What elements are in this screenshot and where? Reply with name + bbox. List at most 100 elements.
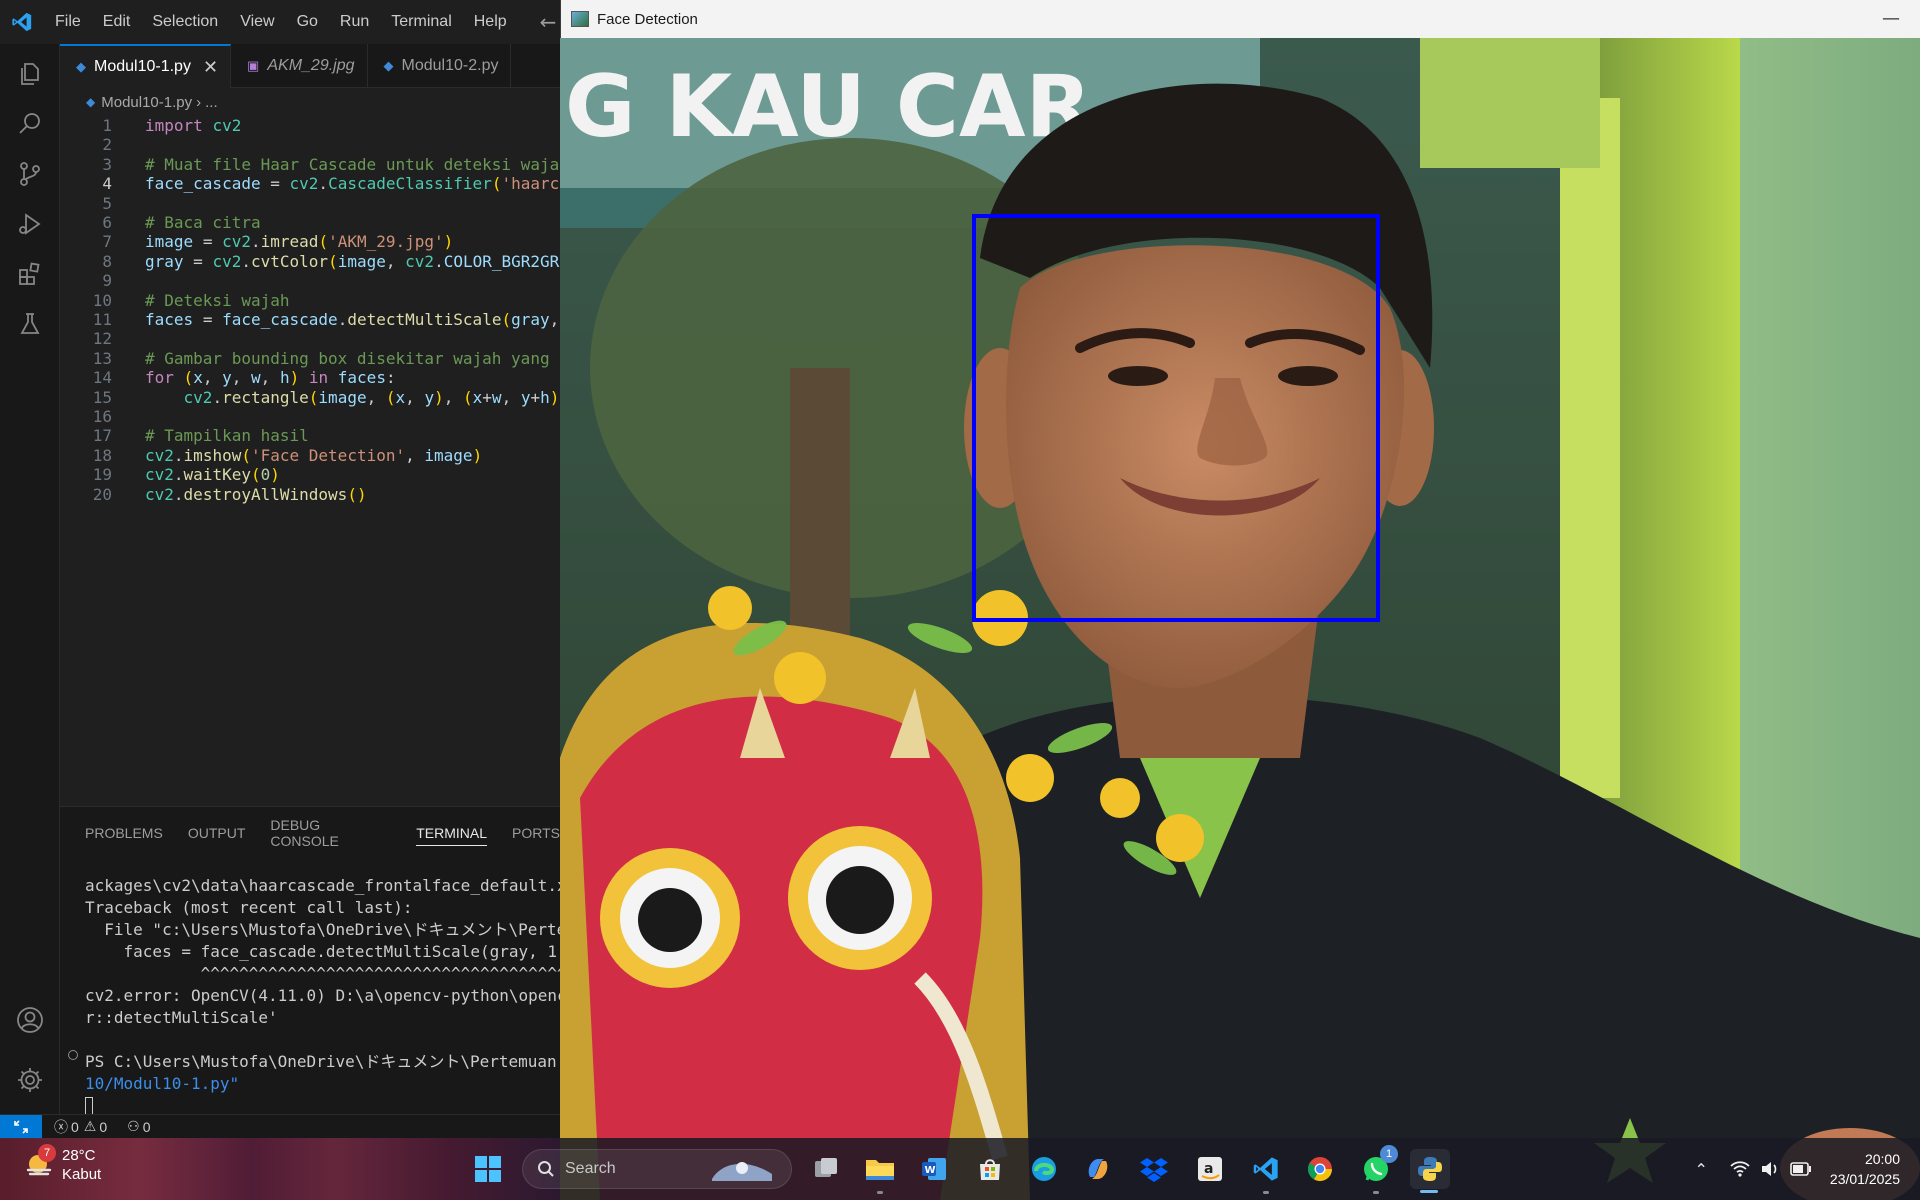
activity-bar (0, 44, 60, 1114)
python-taskbar-icon[interactable] (1410, 1149, 1450, 1189)
code-text: cv2.destroyAllWindows() (145, 484, 367, 504)
start-button[interactable] (468, 1149, 508, 1189)
terminal-line: cv2.error: OpenCV(4.11.0) D:\a\opencv-py… (85, 986, 565, 1005)
panel-tab-output[interactable]: OUTPUT (188, 825, 246, 845)
whatsapp-icon[interactable]: 1 (1356, 1145, 1398, 1189)
code-editor[interactable]: 1 import cv2 2 3 # Muat file Haar Cascade un… (60, 116, 560, 806)
breadcrumb-rest[interactable]: ... (205, 94, 218, 111)
panel-tab-problems[interactable]: PROBLEMS (85, 825, 163, 845)
editor-tab-label: Modul10-1.py (94, 58, 191, 75)
ports-status[interactable]: ⚇ 0 (127, 1118, 150, 1135)
terminal-line: r::detectMultiScale' (85, 1008, 278, 1027)
menu-item-run[interactable]: Run (329, 13, 380, 31)
menu-item-selection[interactable]: Selection (141, 13, 229, 31)
explorer-icon[interactable] (12, 56, 48, 92)
close-tab-icon[interactable]: ✕ (203, 57, 218, 78)
detection-image: G KAU CAR (560, 38, 1920, 1200)
chrome-icon[interactable] (1300, 1149, 1340, 1189)
terminal-line: ^^^^^^^^^^^^^^^^^^^^^^^^^^^^^^^^^^^^^^^^… (200, 964, 565, 983)
weather-temp: 28°C (62, 1147, 96, 1164)
file-explorer-icon[interactable] (860, 1149, 900, 1189)
python-file-icon: ◆ (383, 58, 394, 73)
taskbar-clock[interactable]: 20:00 23/01/2025 (1830, 1149, 1900, 1189)
image-file-icon: ▣ (247, 58, 260, 73)
minimize-button[interactable]: — (1882, 8, 1900, 29)
svg-text:a: a (1204, 1161, 1213, 1177)
search-icon[interactable] (12, 106, 48, 142)
problems-status[interactable]: ⓧ 0 ⚠ 0 (54, 1117, 107, 1137)
explorer-running-indicator (877, 1191, 883, 1194)
panel-tab-debug-console[interactable]: DEBUG CONSOLE (270, 817, 391, 853)
taskbar-search-placeholder: Search (565, 1160, 616, 1177)
window-app-icon (571, 11, 589, 27)
panel-tab-terminal[interactable]: TERMINAL (416, 825, 488, 846)
editor-tab[interactable]: ◆ Modul10-1.py ✕ (60, 44, 232, 88)
terminal-line: 10/Modul10-1.py" (85, 1074, 240, 1093)
microsoft-store-icon[interactable] (970, 1149, 1010, 1189)
editor-tab-label: AKM_29.jpg (267, 57, 355, 74)
vscode-running-indicator (1263, 1191, 1269, 1194)
menu-item-help[interactable]: Help (463, 13, 518, 31)
clock-date: 23/01/2025 (1829, 1171, 1900, 1187)
extensions-icon[interactable] (12, 256, 48, 292)
terminal-line: ackages\cv2\data\haarcascade_frontalface… (85, 876, 565, 895)
settings-gear-icon[interactable] (12, 1062, 48, 1098)
battery-icon[interactable] (1790, 1162, 1812, 1176)
menu-item-view[interactable]: View (229, 13, 285, 31)
taskbar-search[interactable]: Search (522, 1149, 792, 1189)
menu-item-go[interactable]: Go (286, 13, 329, 31)
desktop: File Edit Selection View Go Run Terminal Help ←… (0, 0, 1920, 1200)
tray-overflow-chevron-icon[interactable]: ⌃ (1695, 1160, 1708, 1179)
python-active-indicator (1420, 1190, 1438, 1193)
edge-browser-icon[interactable] (1024, 1149, 1064, 1189)
breadcrumb-separator-icon: › (196, 93, 202, 111)
weather-badge: 7 (38, 1144, 56, 1162)
terminal-line: PS C:\Users\Mustofa\OneDrive\ドキュメント\Pert… (85, 1052, 565, 1071)
account-icon[interactable] (12, 1002, 48, 1038)
system-tray: ⌃ 20:00 23/01/2025 (1695, 1138, 1920, 1200)
copilot-icon[interactable] (1078, 1149, 1118, 1189)
status-bar: ⓧ 0 ⚠ 0 ⚇ 0 (0, 1114, 560, 1139)
source-control-icon[interactable] (12, 156, 48, 192)
editor-tab[interactable]: ◆ Modul10-2.py (368, 44, 512, 88)
run-debug-icon[interactable] (12, 206, 48, 242)
code-line[interactable]: 20 cv2.destroyAllWindows() (60, 483, 560, 507)
error-icon: ⓧ (54, 1118, 68, 1135)
word-icon[interactable]: W (914, 1149, 954, 1189)
testing-icon[interactable] (12, 306, 48, 342)
ports-count: 0 (142, 1118, 151, 1135)
error-count: 0 (71, 1118, 79, 1135)
face-detection-titlebar[interactable]: Face Detection — (560, 0, 1920, 38)
back-arrow-icon[interactable]: ← (540, 10, 557, 34)
broadcast-icon: ⚇ (127, 1118, 140, 1134)
menu-item-edit[interactable]: Edit (92, 13, 142, 31)
breadcrumb-file[interactable]: Modul10-1.py (101, 94, 192, 111)
terminal-line: Traceback (most recent call last): (85, 898, 413, 917)
menu-item-file[interactable]: File (44, 13, 92, 31)
editor-tab[interactable]: ▣ AKM_29.jpg (231, 44, 368, 88)
search-highlight-icon (712, 1162, 772, 1181)
panel-tab-ports[interactable]: PORTS (512, 825, 560, 845)
whatsapp-badge: 1 (1380, 1145, 1398, 1163)
dropbox-icon[interactable] (1134, 1149, 1174, 1189)
wifi-icon[interactable] (1730, 1160, 1750, 1178)
editor-tab-label: Modul10-2.py (401, 57, 499, 74)
bottom-panel: PROBLEMS OUTPUT DEBUG CONSOLE TERMINAL PORTS… (60, 806, 565, 1117)
terminal-output[interactable]: ackages\cv2\data\haarcascade_frontalface… (85, 875, 565, 1117)
remote-indicator-icon[interactable] (0, 1114, 42, 1139)
terminal-prompt-dot-icon (68, 1050, 78, 1060)
window-title: Face Detection (597, 10, 698, 28)
terminal-line: File "c:\Users\Mustofa\OneDrive\ドキュメント\P… (85, 920, 565, 939)
python-file-icon: ◆ (86, 95, 96, 109)
weather-widget[interactable]: 7 28°C Kabut (24, 1144, 101, 1184)
vscode-taskbar-icon[interactable] (1246, 1149, 1286, 1189)
volume-icon[interactable] (1760, 1160, 1780, 1178)
menu-item-terminal[interactable]: Terminal (380, 13, 462, 31)
panel-tabs: PROBLEMS OUTPUT DEBUG CONSOLE TERMINAL PORTS (60, 807, 560, 863)
task-view-icon[interactable] (806, 1149, 846, 1189)
face-detection-window[interactable]: Face Detection — G KAU CAR (560, 0, 1920, 1200)
amazon-icon[interactable]: a (1190, 1149, 1230, 1189)
vscode-logo-icon[interactable] (0, 0, 44, 44)
warning-icon: ⚠ (83, 1118, 97, 1134)
